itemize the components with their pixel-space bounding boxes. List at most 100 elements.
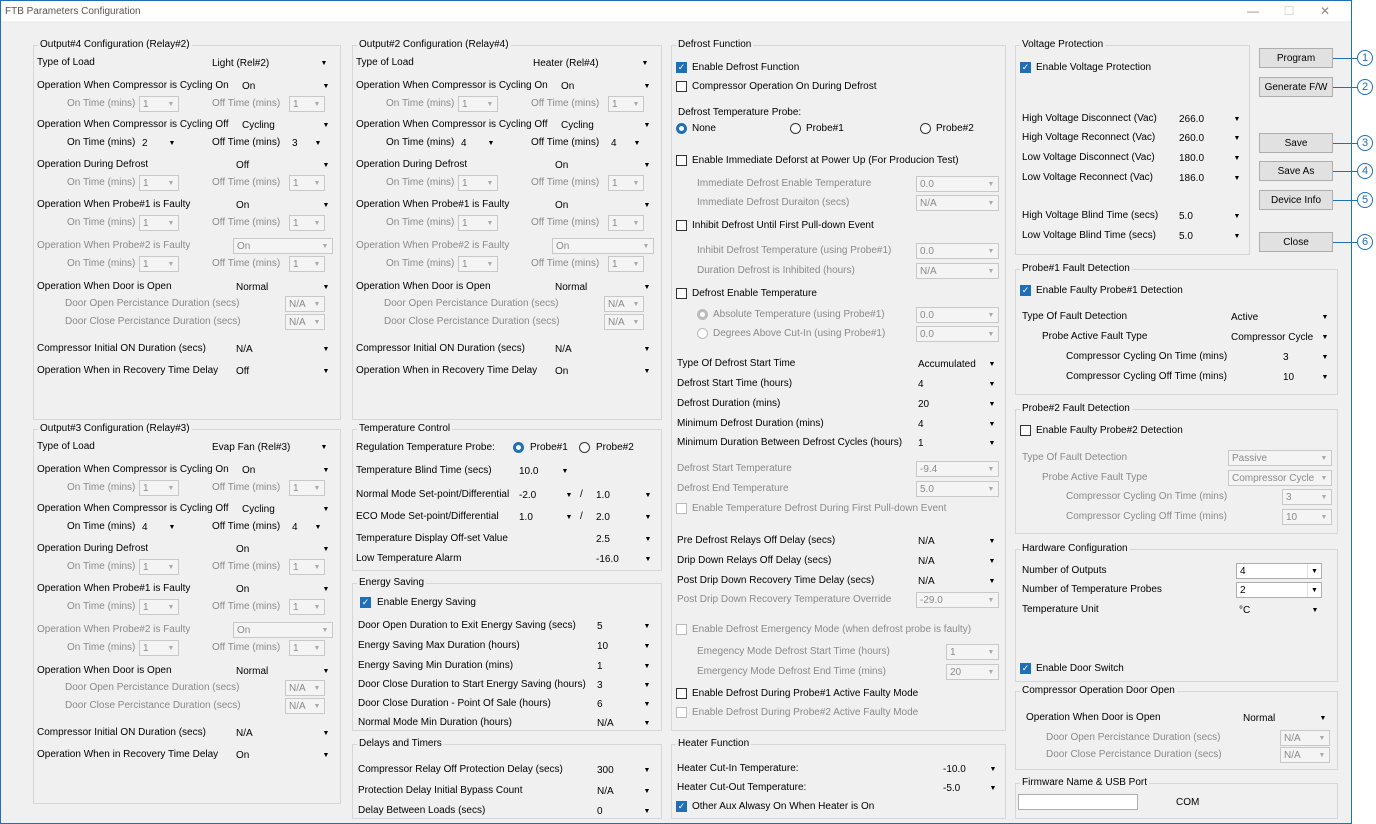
- compdoor-dopen-select[interactable]: N/A ▼: [1280, 730, 1330, 746]
- out2-cycon-select[interactable]: On ▼: [558, 78, 654, 94]
- defrost-inh-temp-select[interactable]: 0.0 ▼: [916, 243, 999, 259]
- out2-p2-select[interactable]: On ▼: [552, 238, 654, 254]
- out4-cycoff-select[interactable]: Cycling ▼: [239, 117, 333, 133]
- out3-dclose-select[interactable]: N/A ▼: [285, 698, 325, 714]
- defrost-post-temp-select[interactable]: -29.0 ▼: [916, 592, 999, 608]
- out2-cycon-offtime[interactable]: 1 ▼: [608, 96, 644, 112]
- defrost-post-select[interactable]: N/A ▼: [915, 573, 999, 589]
- out4-type-select[interactable]: Light (Rel#2) ▼: [209, 55, 331, 71]
- out3-p2-select[interactable]: On ▼: [233, 622, 333, 638]
- temp-eco-diff[interactable]: 2.0 ▼: [593, 509, 655, 525]
- delays-row2-select[interactable]: N/A ▼: [594, 783, 654, 799]
- out4-p1-ontime[interactable]: 1 ▼: [139, 215, 179, 231]
- energy-row4-select[interactable]: 3 ▼: [594, 677, 654, 693]
- close-button[interactable]: Close: [1259, 232, 1333, 252]
- defrost-p1faulty-checkbox[interactable]: [676, 688, 687, 699]
- defrost-p2faulty-checkbox[interactable]: [676, 707, 687, 718]
- defrost-end-temp-select[interactable]: 5.0 ▼: [916, 481, 999, 497]
- defrost-abs-select[interactable]: 0.0 ▼: [916, 307, 999, 323]
- delays-row3-select[interactable]: 0 ▼: [594, 803, 654, 819]
- defrost-imm-dur-select[interactable]: N/A ▼: [916, 195, 999, 211]
- out2-cinit-select[interactable]: N/A ▼: [552, 341, 654, 357]
- out4-def-offtime[interactable]: 1 ▼: [289, 175, 325, 191]
- out2-p1-offtime[interactable]: 1 ▼: [608, 215, 644, 231]
- voltage-lvr-select[interactable]: 186.0 ▼: [1176, 170, 1244, 186]
- firmware-name-input[interactable]: [1018, 794, 1138, 810]
- energy-row2-select[interactable]: 10 ▼: [594, 638, 654, 654]
- defrost-comp-on-checkbox[interactable]: [676, 81, 687, 92]
- out2-cycoff-select[interactable]: Cycling ▼: [558, 117, 654, 133]
- delays-row1-select[interactable]: 300 ▼: [594, 762, 654, 778]
- defrost-first-pulldown-checkbox[interactable]: [676, 503, 687, 514]
- voltage-hvr-select[interactable]: 260.0 ▼: [1176, 130, 1244, 146]
- probe2fault-enable-checkbox[interactable]: [1020, 425, 1031, 436]
- defrost-emergency-checkbox[interactable]: [676, 624, 687, 635]
- probe2fault-on-select[interactable]: 3 ▼: [1282, 489, 1332, 505]
- out3-p2-offtime[interactable]: 1 ▼: [289, 640, 325, 656]
- out3-cycoff-offtime[interactable]: 4 ▼: [289, 519, 325, 535]
- out3-defrost-select[interactable]: On ▼: [233, 541, 333, 557]
- out4-cycoff-offtime[interactable]: 3 ▼: [289, 135, 325, 151]
- out3-cycon-ontime[interactable]: 1 ▼: [139, 480, 179, 496]
- temp-eco-sp[interactable]: 1.0 ▼: [516, 509, 576, 525]
- energy-row5-select[interactable]: 6 ▼: [594, 696, 654, 712]
- out3-def-offtime[interactable]: 1 ▼: [289, 559, 325, 575]
- out2-p2-ontime[interactable]: 1 ▼: [458, 256, 498, 272]
- out2-type-select[interactable]: Heater (Rel#4) ▼: [530, 55, 652, 71]
- defrost-inh-dur-select[interactable]: N/A ▼: [916, 263, 999, 279]
- temp-normal-sp[interactable]: -2.0 ▼: [516, 487, 576, 503]
- generate-button[interactable]: Generate F/W: [1259, 77, 1333, 97]
- out2-p1-select[interactable]: On ▼: [552, 197, 654, 213]
- defrost-min_between-select[interactable]: 1 ▼: [915, 435, 999, 451]
- probe1fault-off-select[interactable]: 10 ▼: [1280, 369, 1332, 385]
- temp-probe1-radio[interactable]: [513, 442, 524, 453]
- out2-recov-select[interactable]: On ▼: [552, 363, 654, 379]
- probe1fault-active-select[interactable]: Compressor Cycle ▼: [1228, 329, 1332, 345]
- out4-p2-offtime[interactable]: 1 ▼: [289, 256, 325, 272]
- out3-type-select[interactable]: Evap Fan (Rel#3) ▼: [209, 439, 331, 455]
- probe1fault-type-select[interactable]: Active ▼: [1228, 309, 1332, 325]
- out2-p1-ontime[interactable]: 1 ▼: [458, 215, 498, 231]
- out4-cycon-select[interactable]: On ▼: [239, 78, 333, 94]
- temp-blind-select[interactable]: 10.0 ▼: [516, 463, 572, 479]
- out3-cycoff-select[interactable]: Cycling ▼: [239, 501, 333, 517]
- out2-p2-offtime[interactable]: 1 ▼: [608, 256, 644, 272]
- out2-cycoff-ontime[interactable]: 4 ▼: [458, 135, 498, 151]
- voltage-lvb-select[interactable]: 5.0 ▼: [1176, 228, 1244, 244]
- out4-p1-offtime[interactable]: 1 ▼: [289, 215, 325, 231]
- out4-dclose-select[interactable]: N/A ▼: [285, 314, 325, 330]
- out4-p2-select[interactable]: On ▼: [233, 238, 333, 254]
- out2-def-ontime[interactable]: 1 ▼: [458, 175, 498, 191]
- hw-outputs-select[interactable]: 4 ▼: [1236, 563, 1322, 579]
- compdoor-door-select[interactable]: Normal ▼: [1240, 710, 1330, 726]
- close-window-button[interactable]: ✕: [1307, 1, 1343, 21]
- out3-def-ontime[interactable]: 1 ▼: [139, 559, 179, 575]
- temp-offset-select[interactable]: 2.5 ▼: [593, 531, 655, 547]
- out4-def-ontime[interactable]: 1 ▼: [139, 175, 179, 191]
- out2-cycon-ontime[interactable]: 1 ▼: [458, 96, 498, 112]
- out2-door-select[interactable]: Normal ▼: [552, 279, 654, 295]
- defrost-abs-radio[interactable]: [697, 309, 708, 320]
- out3-p1-ontime[interactable]: 1 ▼: [139, 599, 179, 615]
- temp-probe2-radio[interactable]: [579, 442, 590, 453]
- out3-p1-offtime[interactable]: 1 ▼: [289, 599, 325, 615]
- out4-cycon-offtime[interactable]: 1 ▼: [289, 96, 325, 112]
- voltage-enable-checkbox[interactable]: ✓: [1020, 62, 1031, 73]
- out3-door-select[interactable]: Normal ▼: [233, 663, 333, 679]
- heater-aux-checkbox[interactable]: ✓: [676, 801, 687, 812]
- out3-p1-select[interactable]: On ▼: [233, 581, 333, 597]
- voltage-lvd-select[interactable]: 180.0 ▼: [1176, 150, 1244, 166]
- hw-unit-select[interactable]: °C ▼: [1236, 602, 1322, 618]
- out3-cycon-offtime[interactable]: 1 ▼: [289, 480, 325, 496]
- voltage-hvd-select[interactable]: 266.0 ▼: [1176, 111, 1244, 127]
- out3-p2-ontime[interactable]: 1 ▼: [139, 640, 179, 656]
- voltage-hvb-select[interactable]: 5.0 ▼: [1176, 208, 1244, 224]
- program-button[interactable]: Program: [1259, 48, 1333, 68]
- energy-row3-select[interactable]: 1 ▼: [594, 658, 654, 674]
- out3-recov-select[interactable]: On ▼: [233, 747, 333, 763]
- defrost-min_dur-select[interactable]: 4 ▼: [915, 416, 999, 432]
- hw-probes-select[interactable]: 2 ▼: [1236, 582, 1322, 598]
- probe1fault-on-select[interactable]: 3 ▼: [1280, 349, 1332, 365]
- out3-cycon-select[interactable]: On ▼: [239, 462, 333, 478]
- out4-cycoff-ontime[interactable]: 2 ▼: [139, 135, 179, 151]
